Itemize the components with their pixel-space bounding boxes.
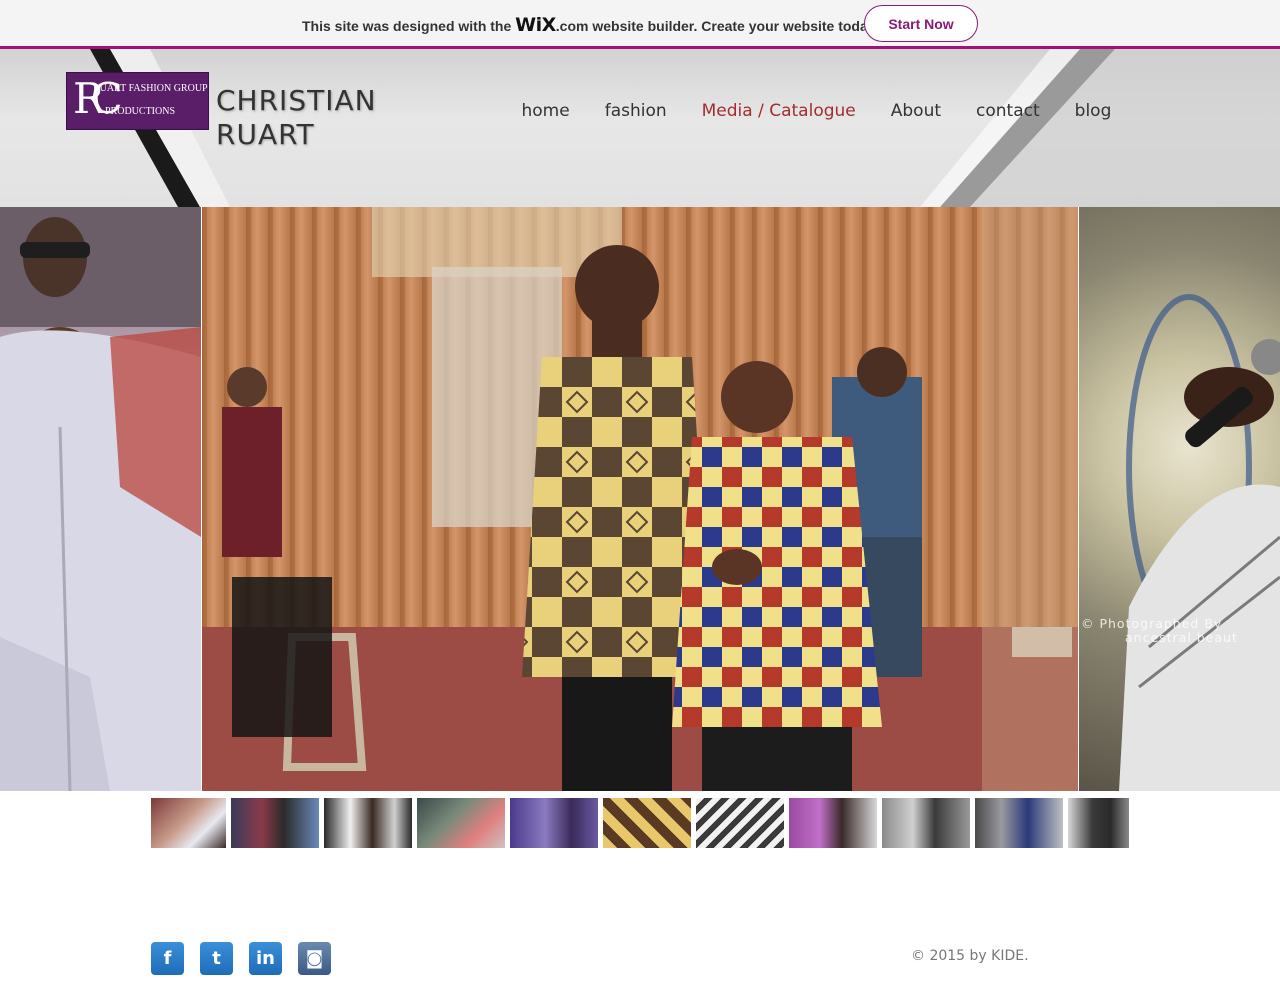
next-slide-image (1119, 294, 1280, 791)
site-title-line1: CHRISTIAN (216, 84, 377, 117)
facebook-glyph: f (163, 948, 172, 969)
gallery-thumbnail[interactable] (151, 798, 226, 848)
wix-promo-text: This site was designed with the WiX.com … (302, 14, 878, 36)
wix-logo: WiX (515, 14, 556, 36)
gallery-thumbnail[interactable] (789, 798, 877, 848)
linkedin-icon[interactable]: in (249, 942, 282, 975)
start-now-button[interactable]: Start Now (864, 5, 978, 42)
brand-logo[interactable]: RC RUART FASHION GROUP PRODUCTIONS (66, 72, 209, 130)
gallery-thumbnail[interactable] (1068, 798, 1129, 848)
nav-fashion[interactable]: fashion (587, 101, 684, 121)
wix-promo-banner: This site was designed with the WiX.com … (0, 0, 1280, 46)
gallery-prev-slide[interactable] (0, 207, 201, 791)
site-title[interactable]: CHRISTIAN RUART (216, 84, 406, 152)
twitter-glyph: t (212, 948, 221, 969)
watermark-line2: ancestral beaut (1125, 630, 1238, 645)
social-links: f t in ◙ (151, 942, 331, 975)
gallery-thumbnail[interactable] (882, 798, 970, 848)
site-title-line2: RUART (216, 118, 315, 151)
gallery-thumbnail[interactable] (975, 798, 1063, 848)
gallery-current-slide[interactable] (202, 207, 1078, 791)
instagram-glyph: ◙ (305, 948, 324, 969)
nav-about[interactable]: About (873, 101, 958, 121)
wix-text-before: This site was designed with the (302, 18, 516, 34)
facebook-icon[interactable]: f (151, 942, 184, 975)
wix-text-after: .com website builder. Create your websit… (555, 18, 879, 34)
gallery-slider[interactable]: © Photographed By ancestral beaut (0, 207, 1280, 791)
gallery-thumbnails (151, 798, 1131, 848)
main-nav: home fashion Media / Catalogue About con… (504, 101, 1129, 121)
watermark-line1: © Photographed By (1081, 616, 1223, 631)
linkedin-glyph: in (256, 948, 275, 969)
nav-media-catalogue[interactable]: Media / Catalogue (684, 101, 873, 121)
nav-contact[interactable]: contact (959, 101, 1058, 121)
logo-text-line1: RUART FASHION GROUP (93, 83, 208, 94)
current-slide-image (202, 207, 1078, 791)
site-header: RC RUART FASHION GROUP PRODUCTIONS CHRIS… (0, 49, 1280, 207)
header-swoosh-right (920, 49, 1280, 207)
instagram-icon[interactable]: ◙ (298, 942, 331, 975)
photo-watermark: © Photographed By ancestral beaut (1081, 617, 1238, 645)
gallery-thumbnail[interactable] (603, 798, 691, 848)
twitter-icon[interactable]: t (200, 942, 233, 975)
gallery-thumbnail[interactable] (417, 798, 505, 848)
copyright-text: © 2015 by KIDE. (911, 948, 1029, 964)
logo-text-line2: PRODUCTIONS (105, 106, 176, 117)
nav-blog[interactable]: blog (1057, 101, 1129, 121)
gallery-thumbnail[interactable] (231, 798, 319, 848)
nav-home[interactable]: home (504, 101, 587, 121)
gallery-thumbnail[interactable] (510, 798, 598, 848)
gallery-thumbnail[interactable] (324, 798, 412, 848)
gallery-next-slide[interactable]: © Photographed By ancestral beaut (1079, 207, 1280, 791)
prev-slide-image (0, 207, 201, 791)
gallery-thumbnail[interactable] (696, 798, 784, 848)
